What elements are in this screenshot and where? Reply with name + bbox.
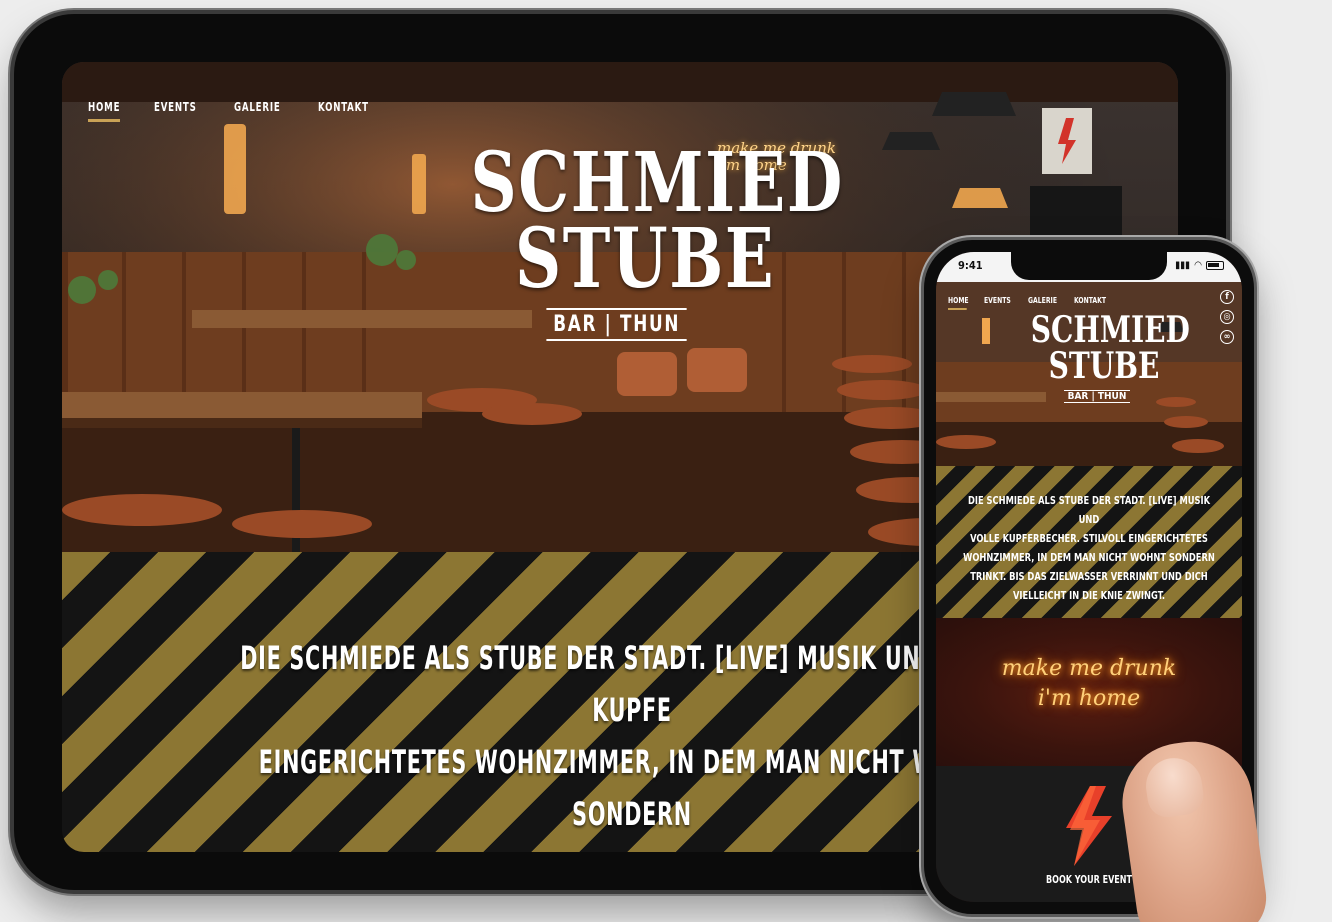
phone-nav-events[interactable]: EVENTS [984,296,1011,310]
nav-events[interactable]: EVENTS [154,100,197,122]
phone-logo-word-schmied: SCHMIED [1030,309,1190,351]
wifi-icon: ◠ [1194,260,1202,271]
phone-logo-word-stube: STUBE [1048,345,1160,387]
phone-brand-logo[interactable]: SCHMIED STUBE BAR | THUN [1012,309,1190,403]
instagram-icon[interactable]: ◎ [1220,310,1234,324]
phone-nav-kontakt[interactable]: KONTAKT [1074,296,1106,310]
logo-subtitle: BAR | THUN [546,308,688,341]
tagline-text: DIE SCHMIEDE ALS STUBE DER STADT. [LIVE]… [240,639,1023,852]
social-links: f ◎ ∞ [1220,290,1234,344]
phone-nav-galerie[interactable]: GALERIE [1028,296,1057,310]
status-icons: ▮▮▮ ◠ [1175,260,1224,271]
phone-hero-section: HOME EVENTS GALERIE KONTAKT f ◎ ∞ SCHMIE… [936,282,1242,466]
signal-icon: ▮▮▮ [1175,260,1191,271]
nav-galerie[interactable]: GALERIE [234,100,281,122]
phone-tagline-section: DIE SCHMIEDE ALS STUBE DER STADT. [LIVE]… [936,466,1242,618]
phone-nav: HOME EVENTS GALERIE KONTAKT [948,296,1112,310]
tripadvisor-icon[interactable]: ∞ [1220,330,1234,344]
phone-nav-home[interactable]: HOME [948,296,969,310]
lightning-bolt-icon [1066,786,1112,866]
logo-word-stube: STUBE [515,211,776,307]
brand-logo[interactable]: SCHMIED STUBE BAR | THUN [452,142,842,392]
main-nav: HOME EVENTS GALERIE KONTAKT [88,100,381,122]
phone-notch [1011,252,1167,280]
status-time: 9:41 [958,259,983,272]
phone-logo-subtitle: BAR | THUN [1063,390,1131,403]
facebook-icon[interactable]: f [1220,290,1234,304]
phone-neon-text: make me drunk i'm home [1001,656,1177,711]
fingernail [1142,754,1206,820]
nav-home[interactable]: HOME [88,100,121,122]
phone-tagline-text: DIE SCHMIEDE ALS STUBE DER STADT. [LIVE]… [963,495,1215,602]
battery-icon [1206,261,1224,270]
nav-kontakt[interactable]: KONTAKT [318,100,369,122]
